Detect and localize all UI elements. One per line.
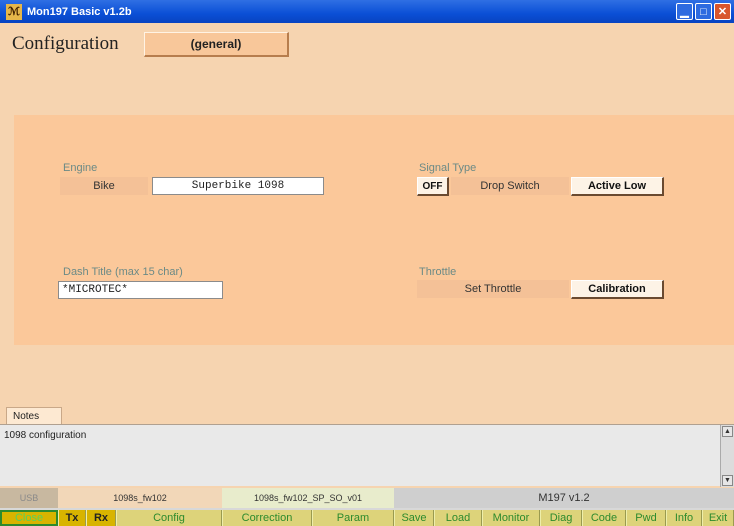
notes-textarea[interactable]: 1098 configuration ▲ ▼	[0, 424, 734, 487]
app-logo-icon: ℳ	[6, 3, 22, 20]
correction-button[interactable]: Correction	[222, 510, 312, 526]
port-status: USB	[0, 488, 58, 508]
rx-button[interactable]: Rx	[86, 510, 116, 526]
bike-button[interactable]: Bike	[60, 177, 148, 195]
minimize-icon[interactable]: ▁	[676, 3, 693, 20]
info-button[interactable]: Info	[666, 510, 702, 526]
header: Configuration (general)	[0, 23, 734, 113]
config-button[interactable]: Config	[116, 510, 222, 526]
monitor-button[interactable]: Monitor	[482, 510, 540, 526]
engine-model-field[interactable]: Superbike 1098	[152, 177, 324, 195]
save-button[interactable]: Save	[394, 510, 434, 526]
code-button[interactable]: Code	[582, 510, 626, 526]
pwd-button[interactable]: Pwd	[626, 510, 666, 526]
page-title: Configuration	[12, 33, 119, 54]
notes-tab[interactable]: Notes	[6, 407, 62, 424]
exit-button[interactable]: Exit	[702, 510, 734, 526]
window-titlebar: ℳ Mon197 Basic v1.2b ▁ □ ✕	[0, 0, 734, 23]
file-name-1: 1098s_fw102	[58, 488, 222, 508]
scroll-down-icon[interactable]: ▼	[722, 475, 733, 486]
load-button[interactable]: Load	[434, 510, 482, 526]
close-button[interactable]: Close	[0, 510, 58, 526]
dash-title-label: Dash Title (max 15 char)	[63, 266, 183, 278]
active-low-button[interactable]: Active Low	[571, 177, 664, 196]
notes-scrollbar[interactable]: ▲ ▼	[720, 425, 734, 487]
lower-spacer	[0, 345, 734, 407]
section-button[interactable]: (general)	[144, 32, 289, 57]
window-controls: ▁ □ ✕	[676, 3, 731, 20]
diag-button[interactable]: Diag	[540, 510, 582, 526]
close-icon[interactable]: ✕	[714, 3, 731, 20]
drop-switch-label: Drop Switch	[451, 177, 569, 195]
file-name-2: 1098s_fw102_SP_SO_v01	[222, 488, 394, 508]
notes-text[interactable]: 1098 configuration	[4, 430, 86, 441]
window-title: Mon197 Basic v1.2b	[27, 5, 132, 18]
version-label: M197 v1.2	[394, 488, 734, 508]
param-button[interactable]: Param	[312, 510, 394, 526]
scroll-up-icon[interactable]: ▲	[722, 426, 733, 437]
tx-button[interactable]: Tx	[58, 510, 86, 526]
engine-label: Engine	[63, 162, 98, 174]
config-panel: Engine Bike Superbike 1098 Signal Type O…	[14, 115, 734, 345]
signal-type-label: Signal Type	[419, 162, 477, 174]
maximize-icon[interactable]: □	[695, 3, 712, 20]
dash-title-input[interactable]: *MICROTEC*	[58, 281, 223, 299]
signal-off-button[interactable]: OFF	[417, 177, 449, 196]
set-throttle-button[interactable]: Set Throttle	[417, 280, 569, 298]
throttle-label: Throttle	[419, 266, 457, 278]
calibration-button[interactable]: Calibration	[571, 280, 664, 299]
